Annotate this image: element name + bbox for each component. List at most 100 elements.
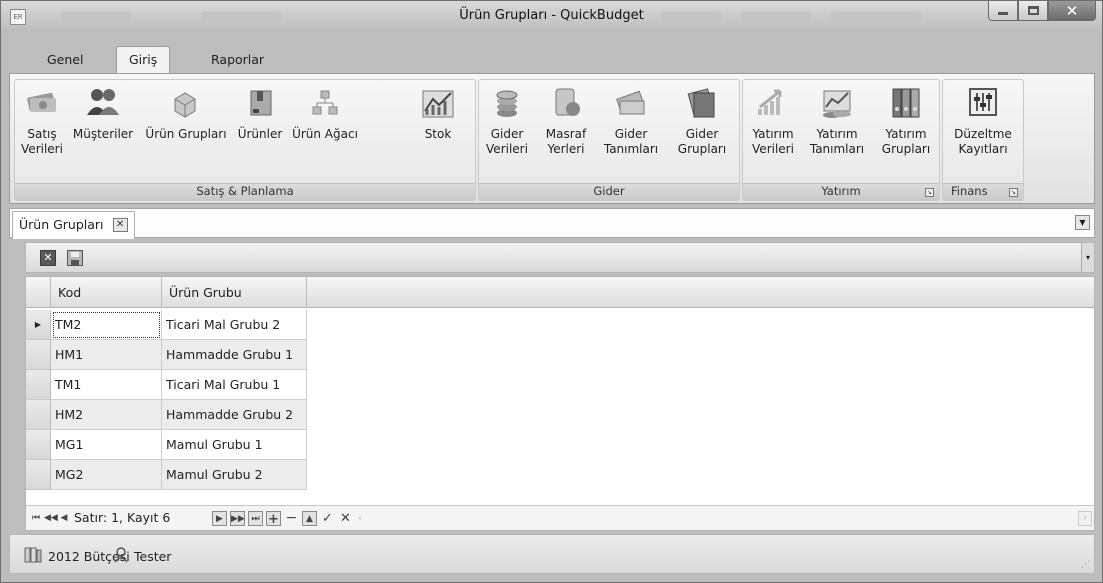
user-status[interactable]: Tester [114,547,171,566]
gider-tanimlari-button[interactable]: Gider Tanımları [597,85,665,157]
tab-urun-gruplari[interactable]: Ürün Grupları ✕ [12,211,135,239]
gider-gruplari-button[interactable]: Gider Grupları [667,85,737,157]
close-window-button[interactable]: ✕ [1048,1,1096,21]
yatirim-gruplari-button[interactable]: Yatırım Grupları [875,85,937,157]
cell-urun-grubu[interactable]: Mamul Grubu 2 [162,460,307,490]
record-toolbar: ✕ ▾ [25,242,1095,273]
adjust-icon [966,85,1000,121]
next-record-icon[interactable]: ▶ [212,511,227,526]
close-form-icon[interactable]: ✕ [40,250,56,266]
ribbon-group-gider: Gider Verileri Masraf Yerleri Gider Tanı… [478,79,740,201]
yatirim-tanimlari-label: Yatırım Tanımları [803,127,871,157]
toolbar-overflow-icon[interactable]: ▾ [1081,243,1094,272]
satis-verileri-button[interactable]: Satış Verileri [17,85,67,157]
column-header-urun-grubu[interactable]: Ürün Grubu [162,277,307,308]
cancel-edit-icon[interactable]: ✕ [338,511,353,526]
ribbon-group-satis-planlama: Satış Verileri Müşteriler Ürün Grupları … [14,79,476,201]
user-icon [114,547,128,566]
previous-record-icon[interactable]: ◀ [59,511,69,526]
investment-icon [820,85,854,121]
end-edit-icon[interactable]: ✓ [320,511,335,526]
add-record-icon[interactable]: + [266,511,281,527]
resize-grip-icon[interactable]: ⋰ [1081,560,1090,570]
maximize-button[interactable] [1018,1,1048,21]
duzeltme-kayitlari-button[interactable]: Düzeltme Kayıtları [949,85,1017,157]
cell-urun-grubu[interactable]: Ticari Mal Grubu 1 [162,370,307,400]
group-label-satis-planlama: Satış & Planlama [15,183,475,200]
minimize-button[interactable] [988,1,1018,21]
cell-urun-grubu[interactable]: Hammadde Grubu 1 [162,340,307,370]
cell-kod[interactable]: HM2 [51,400,162,430]
boxes-icon [169,85,203,121]
cell-kod[interactable]: MG1 [51,430,162,460]
last-record-icon[interactable]: ⏭ [248,511,263,526]
row-indicator[interactable] [26,460,51,490]
duzeltme-kayitlari-label: Düzeltme Kayıtları [949,127,1017,157]
cell-kod[interactable]: TM2 [51,310,162,340]
gider-verileri-button[interactable]: Gider Verileri [481,85,533,157]
save-icon[interactable] [67,250,83,266]
cell-urun-grubu[interactable]: Hammadde Grubu 2 [162,400,307,430]
group-label-text: Finans [951,184,988,198]
close-icon: ✕ [1065,1,1079,20]
status-bar: 2012 Bütçesi Tester ⋰ [9,534,1095,574]
scroll-right-icon[interactable]: › [1078,511,1092,526]
masraf-yerleri-button[interactable]: Masraf Yerleri [539,85,593,157]
ribbon-group-yatirim: Yatırım Verileri Yatırım Tanımları Yatır… [742,79,940,201]
row-indicator[interactable] [26,400,51,430]
satis-verileri-label: Satış Verileri [17,127,67,157]
growth-icon [756,85,790,121]
finans-dialog-launcher[interactable]: ↘ [1009,188,1018,197]
record-position-text: Satır: 1, Kayıt 6 [74,510,171,525]
urun-agaci-label: Ürün Ağacı [292,127,358,141]
first-record-icon[interactable]: ⏮ [30,511,42,526]
yatirim-verileri-label: Yatırım Verileri [745,127,801,157]
column-header-kod[interactable]: Kod [51,277,162,308]
coins-icon [490,85,524,121]
folders-icon [685,85,719,121]
record-navigator: ⏮ ◀◀ ◀ Satır: 1, Kayıt 6 ▶ ▶▶ ⏭ + − ▲ ✓ … [26,505,1094,530]
edit-record-icon[interactable]: ▲ [302,511,317,526]
group-label-text: Yatırım [821,184,861,198]
group-label-yatirim: Yatırım [743,183,939,200]
cell-kod[interactable]: HM1 [51,340,162,370]
stok-button[interactable]: Stok [413,85,463,142]
row-indicator[interactable] [26,430,51,460]
cell-kod[interactable]: TM1 [51,370,162,400]
cell-kod[interactable]: MG2 [51,460,162,490]
tab-genel[interactable]: Genel [35,47,95,74]
yatirim-tanimlari-button[interactable]: Yatırım Tanımları [803,85,871,157]
delete-record-icon[interactable]: − [284,511,299,526]
label-text: Yatırım Verileri [752,127,794,156]
yatirim-dialog-launcher[interactable]: ↘ [925,188,934,197]
label-text: Masraf Yerleri [545,127,587,156]
urunler-button[interactable]: Ürünler [233,85,287,142]
tab-list-dropdown-icon[interactable]: ▼ [1075,215,1090,230]
urunler-label: Ürünler [237,127,283,141]
yatirim-verileri-button[interactable]: Yatırım Verileri [745,85,801,157]
tab-raporlar[interactable]: Raporlar [199,47,276,74]
row-indicator[interactable] [26,340,51,370]
urun-gruplari-label: Ürün Grupları [145,127,227,141]
data-grid: Kod Ürün Grubu ▶ TM2 Ticari Mal Grubu 2 … [25,276,1095,531]
musteriler-button[interactable]: Müşteriler [67,85,139,142]
budget-book-icon [24,547,42,566]
doc-tab-label: Ürün Grupları [19,217,104,232]
next-page-icon[interactable]: ▶▶ [230,511,245,526]
tab-giris[interactable]: Giriş [116,46,171,75]
document-tab-bar: Ürün Grupları ✕ ▼ [9,208,1095,239]
app-window: ER Ürün Grupları - QuickBudget ✕ Genel G… [0,0,1103,583]
cash-icon [614,85,648,121]
masraf-yerleri-label: Masraf Yerleri [539,127,593,157]
stok-label: Stok [424,127,452,141]
urun-agaci-button[interactable]: Ürün Ağacı [287,85,363,142]
row-indicator[interactable] [26,370,51,400]
close-tab-icon[interactable]: ✕ [112,218,128,232]
urun-gruplari-button[interactable]: Ürün Grupları [140,85,232,142]
scroll-left-icon[interactable]: ‹ [358,511,372,526]
cell-urun-grubu[interactable]: Ticari Mal Grubu 2 [162,310,307,340]
cell-urun-grubu[interactable]: Mamul Grubu 1 [162,430,307,460]
cost-center-icon [549,85,583,121]
ribbon-group-finans: Düzeltme Kayıtları Finans ↘ [942,79,1024,201]
previous-page-icon[interactable]: ◀◀ [44,511,58,526]
